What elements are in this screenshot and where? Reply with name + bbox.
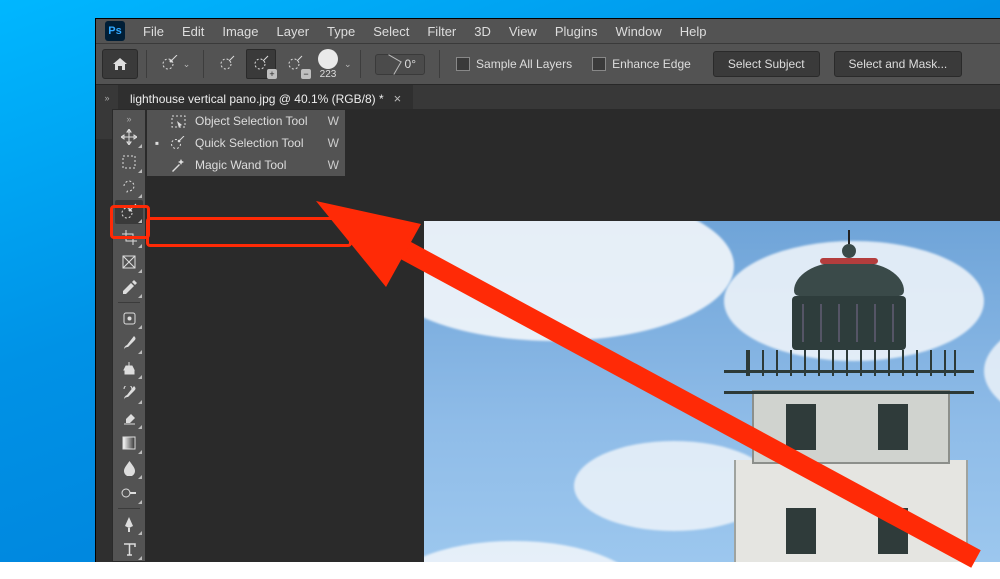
photoshop-window: Ps File Edit Image Layer Type Select Fil… — [95, 18, 1000, 562]
separator — [360, 50, 361, 78]
checkbox-icon — [592, 57, 606, 71]
menu-view[interactable]: View — [500, 24, 546, 39]
object-selection-icon — [169, 115, 187, 128]
select-subject-label: Select Subject — [728, 57, 805, 71]
eyedropper-tool[interactable] — [115, 275, 143, 299]
gradient-tool[interactable] — [115, 431, 143, 455]
flyout-item-shortcut: W — [328, 136, 339, 150]
angle-icon — [381, 54, 401, 74]
enhance-edge-label: Enhance Edge — [612, 57, 691, 71]
menu-filter[interactable]: Filter — [418, 24, 465, 39]
menu-help[interactable]: Help — [671, 24, 716, 39]
move-tool[interactable] — [115, 125, 143, 149]
eraser-tool[interactable] — [115, 406, 143, 430]
menu-type[interactable]: Type — [318, 24, 364, 39]
subtract-from-selection-icon[interactable]: − — [280, 49, 310, 79]
flyout-item-quick-selection[interactable]: ▪ Quick Selection Tool W — [147, 132, 345, 154]
active-indicator: ▪ — [153, 136, 161, 150]
menu-window[interactable]: Window — [606, 24, 670, 39]
enhance-edge-checkbox[interactable]: Enhance Edge — [592, 57, 691, 71]
brush-preview-icon — [318, 49, 338, 69]
frame-tool[interactable] — [115, 250, 143, 274]
menu-edit[interactable]: Edit — [173, 24, 213, 39]
lasso-tool[interactable] — [115, 175, 143, 199]
sample-all-layers-label: Sample All Layers — [476, 57, 572, 71]
spot-healing-brush-tool[interactable] — [115, 306, 143, 330]
pen-tool[interactable] — [115, 512, 143, 536]
toolbox-separator — [118, 508, 140, 509]
type-tool[interactable] — [115, 537, 143, 561]
home-button[interactable] — [102, 49, 138, 79]
document-canvas[interactable] — [424, 221, 1000, 562]
tool-flyout-menu: Object Selection Tool W ▪ Quick Selectio… — [146, 109, 346, 177]
add-to-selection-icon[interactable]: + — [246, 49, 276, 79]
toolbox-separator — [118, 302, 140, 303]
separator — [203, 50, 204, 78]
brush-tool[interactable] — [115, 331, 143, 355]
sample-all-layers-checkbox[interactable]: Sample All Layers — [456, 57, 572, 71]
checkbox-icon — [456, 57, 470, 71]
flyout-item-object-selection[interactable]: Object Selection Tool W — [147, 110, 345, 132]
dodge-tool[interactable] — [115, 481, 143, 505]
brush-size-value: 223 — [320, 69, 337, 80]
flyout-item-shortcut: W — [328, 158, 339, 172]
clone-stamp-tool[interactable] — [115, 356, 143, 380]
quick-selection-tool[interactable] — [115, 200, 143, 224]
document-tab-bar: » lighthouse vertical pano.jpg @ 40.1% (… — [96, 85, 1000, 112]
menu-file[interactable]: File — [134, 24, 173, 39]
options-bar: ⌄ + − 223 ⌄ 0° — [96, 43, 1000, 85]
select-and-mask-button[interactable]: Select and Mask... — [834, 51, 963, 77]
app-icon: Ps — [105, 21, 125, 41]
current-tool-preset[interactable]: ⌄ — [155, 49, 195, 79]
menu-bar: Ps File Edit Image Layer Type Select Fil… — [96, 19, 1000, 43]
new-selection-icon[interactable] — [212, 49, 242, 79]
close-tab-icon[interactable]: × — [394, 91, 402, 106]
desktop-background: Ps File Edit Image Layer Type Select Fil… — [0, 0, 1000, 562]
brush-angle-field[interactable]: 0° — [375, 54, 425, 75]
flyout-item-label: Magic Wand Tool — [195, 158, 316, 172]
select-subject-button[interactable]: Select Subject — [713, 51, 820, 77]
menu-3d[interactable]: 3D — [465, 24, 500, 39]
flyout-item-shortcut: W — [328, 114, 339, 128]
flyout-item-magic-wand[interactable]: Magic Wand Tool W — [147, 154, 345, 176]
menu-image[interactable]: Image — [213, 24, 267, 39]
chevron-down-icon[interactable]: ⌄ — [344, 59, 352, 70]
flyout-item-label: Object Selection Tool — [195, 114, 316, 128]
menu-plugins[interactable]: Plugins — [546, 24, 607, 39]
document-tab-title: lighthouse vertical pano.jpg @ 40.1% (RG… — [130, 92, 384, 106]
separator — [439, 50, 440, 78]
image-content — [424, 541, 644, 562]
magic-wand-icon — [169, 158, 187, 173]
rectangular-marquee-tool[interactable] — [115, 150, 143, 174]
image-content — [734, 242, 964, 562]
separator — [146, 50, 147, 78]
menu-layer[interactable]: Layer — [268, 24, 319, 39]
history-brush-tool[interactable] — [115, 381, 143, 405]
blur-tool[interactable] — [115, 456, 143, 480]
flyout-item-label: Quick Selection Tool — [195, 136, 316, 150]
toolbox-handle-icon[interactable]: » — [126, 114, 131, 124]
collapsed-panel-strip[interactable] — [96, 109, 113, 139]
plus-badge-icon: + — [267, 69, 277, 79]
image-content — [424, 221, 734, 341]
brush-angle-value: 0° — [405, 57, 416, 71]
brush-preset-picker[interactable]: 223 — [318, 49, 338, 80]
toolbox: » — [112, 109, 146, 562]
document-tab[interactable]: lighthouse vertical pano.jpg @ 40.1% (RG… — [118, 85, 413, 111]
image-content — [984, 301, 1000, 441]
minus-badge-icon: − — [301, 69, 311, 79]
crop-tool[interactable] — [115, 225, 143, 249]
quick-selection-icon — [169, 136, 187, 150]
select-and-mask-label: Select and Mask... — [849, 57, 948, 71]
tab-overflow-icon[interactable]: » — [96, 85, 118, 111]
menu-select[interactable]: Select — [364, 24, 418, 39]
